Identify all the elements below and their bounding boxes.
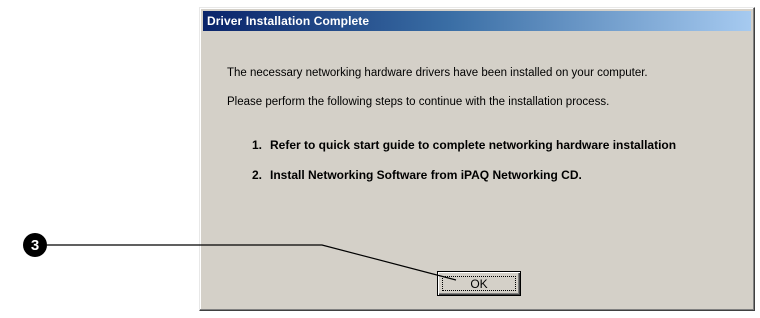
step-item: 1. Refer to quick start guide to complet… <box>252 138 692 152</box>
steps-list: 1. Refer to quick start guide to complet… <box>252 138 692 198</box>
dialog-titlebar[interactable]: Driver Installation Complete <box>203 11 751 31</box>
step-number: 1. <box>252 138 263 152</box>
step-text: Install Networking Software from iPAQ Ne… <box>270 168 582 182</box>
callout-number-marker: 3 <box>23 233 47 257</box>
driver-installation-dialog: Driver Installation Complete The necessa… <box>199 7 755 311</box>
ok-button-label: OK <box>470 276 488 291</box>
message-drivers-installed: The necessary networking hardware driver… <box>227 67 648 79</box>
step-item: 2. Install Networking Software from iPAQ… <box>252 168 692 182</box>
ok-button[interactable]: OK <box>437 271 521 296</box>
step-number: 2. <box>252 168 263 182</box>
step-text: Refer to quick start guide to complete n… <box>270 138 677 152</box>
dialog-title: Driver Installation Complete <box>207 14 370 28</box>
message-perform-steps: Please perform the following steps to co… <box>227 96 610 108</box>
